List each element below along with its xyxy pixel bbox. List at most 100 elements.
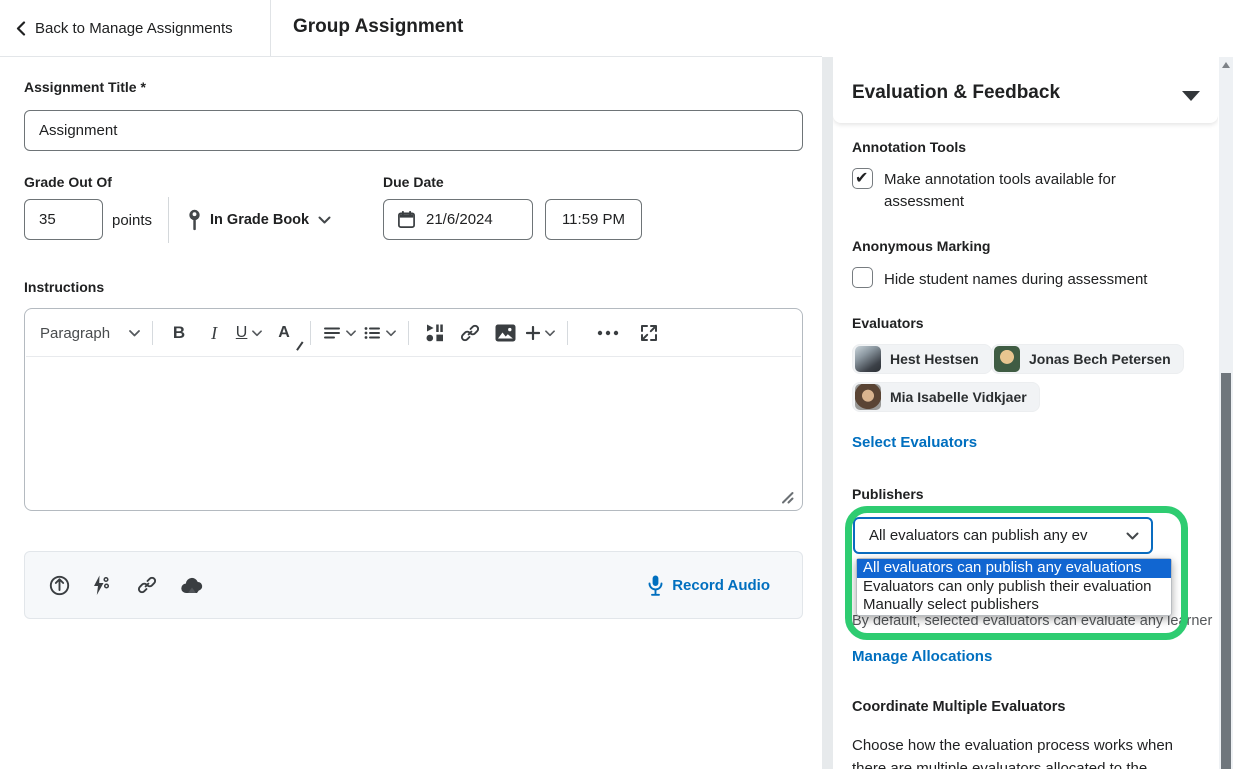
grade-pin-icon — [188, 209, 201, 231]
evaluator-chip[interactable]: Jonas Bech Petersen — [991, 344, 1184, 374]
plus-icon — [526, 326, 540, 340]
due-date-button[interactable]: 21/6/2024 — [383, 199, 533, 240]
in-grade-book-label: In Grade Book — [210, 212, 309, 228]
fullscreen-button[interactable] — [635, 316, 663, 350]
attach-existing-activity-button[interactable] — [93, 575, 137, 596]
publishers-dropdown-list: All evaluators can publish any evaluatio… — [856, 558, 1172, 616]
underline-dropdown[interactable]: U — [235, 316, 263, 350]
header-bottom-border — [0, 56, 822, 57]
upload-file-button[interactable] — [49, 575, 93, 596]
dropdown-option[interactable]: Manually select publishers — [857, 596, 1171, 615]
insert-stuff-icon — [425, 323, 445, 343]
panel-scrollbar-track[interactable] — [1219, 57, 1233, 769]
italic-button[interactable]: I — [200, 316, 228, 350]
evaluators-heading: Evaluators — [852, 315, 924, 331]
bullet-list-icon — [363, 324, 381, 342]
image-icon — [495, 324, 516, 342]
in-grade-book-button[interactable]: In Grade Book — [188, 199, 331, 240]
align-icon — [323, 324, 341, 342]
anonymous-marking-checkbox[interactable] — [852, 267, 873, 288]
chevron-down-icon — [252, 330, 262, 337]
select-evaluators-link[interactable]: Select Evaluators — [852, 434, 977, 451]
top-header: Back to Manage Assignments Group Assignm… — [0, 0, 1233, 57]
lightning-icon — [93, 575, 109, 596]
avatar — [855, 346, 881, 372]
panel-title: Evaluation & Feedback — [852, 82, 1060, 104]
panel-scrollbar-thumb[interactable] — [1221, 373, 1231, 769]
panel-gap-divider — [822, 57, 833, 769]
insert-stuff-button[interactable] — [421, 316, 449, 350]
due-date-label: Due Date — [383, 174, 444, 190]
bold-button[interactable]: B — [165, 316, 193, 350]
toolbar-separator — [567, 321, 568, 345]
header-divider — [270, 0, 271, 57]
dropdown-option[interactable]: Evaluators can only publish their evalua… — [857, 578, 1171, 597]
chevron-down-icon — [346, 330, 356, 337]
chevron-left-icon — [16, 21, 26, 36]
list-dropdown[interactable] — [363, 316, 396, 350]
ellipsis-icon — [597, 330, 619, 336]
evaluation-feedback-panel: Evaluation & Feedback Annotation Tools M… — [833, 57, 1218, 769]
assignment-title-label: Assignment Title * — [24, 79, 146, 95]
required-asterisk: * — [140, 79, 145, 95]
publishers-heading: Publishers — [852, 486, 924, 502]
anonymous-marking-label[interactable]: Hide student names during assessment — [884, 269, 1147, 291]
calendar-icon — [397, 210, 416, 229]
panel-header[interactable]: Evaluation & Feedback — [833, 57, 1218, 123]
editor-toolbar: Paragraph B I U A — [26, 310, 801, 357]
evaluator-name: Hest Hestsen — [890, 351, 979, 367]
due-date-value: 21/6/2024 — [426, 211, 493, 228]
evaluator-chip[interactable]: Mia Isabelle Vidkjaer — [852, 382, 1040, 412]
font-color-button[interactable]: A — [270, 316, 298, 350]
attach-link-button[interactable] — [137, 575, 181, 595]
more-actions-button[interactable] — [594, 316, 622, 350]
insert-more-dropdown[interactable] — [526, 316, 555, 350]
evaluator-name: Jonas Bech Petersen — [1029, 351, 1171, 367]
chevron-down-icon — [318, 216, 331, 224]
grade-out-of-label: Grade Out Of — [24, 174, 112, 190]
editor-content-area[interactable] — [26, 357, 801, 509]
link-icon — [137, 575, 157, 595]
evaluator-chip[interactable]: Hest Hestsen — [852, 344, 992, 374]
expand-icon — [639, 323, 659, 343]
instructions-label: Instructions — [24, 279, 104, 295]
grade-value-input[interactable] — [24, 199, 103, 240]
toolbar-separator — [408, 321, 409, 345]
page-title: Group Assignment — [293, 16, 463, 38]
alignment-dropdown[interactable] — [323, 316, 356, 350]
editor-resize-handle[interactable] — [780, 490, 794, 504]
microphone-icon — [648, 575, 663, 596]
annotation-tools-checkbox[interactable] — [852, 168, 873, 189]
record-audio-label: Record Audio — [672, 577, 770, 594]
assignment-title-input[interactable] — [24, 110, 803, 151]
link-icon — [460, 323, 480, 343]
insert-link-button[interactable] — [456, 316, 484, 350]
publishers-selected-value: All evaluators can publish any ev — [869, 527, 1126, 544]
paragraph-style-dropdown[interactable]: Paragraph — [40, 316, 140, 350]
toolbar-separator — [152, 321, 153, 345]
upload-icon — [49, 575, 70, 596]
chevron-down-icon — [129, 330, 140, 337]
record-audio-button[interactable]: Record Audio — [648, 575, 770, 596]
annotation-tools-heading: Annotation Tools — [852, 139, 966, 155]
anonymous-marking-heading: Anonymous Marking — [852, 238, 990, 254]
cloud-attachment-button[interactable] — [181, 577, 225, 594]
due-time-value: 11:59 PM — [562, 211, 625, 228]
back-to-manage-assignments-link[interactable]: Back to Manage Assignments — [16, 0, 233, 57]
dropdown-option[interactable]: All evaluators can publish any evaluatio… — [857, 559, 1171, 578]
insert-image-button[interactable] — [491, 316, 519, 350]
due-time-button[interactable]: 11:59 PM — [545, 199, 642, 240]
annotation-tools-label[interactable]: Make annotation tools available for asse… — [884, 169, 1142, 213]
collapse-caret-icon[interactable] — [1182, 91, 1200, 101]
paragraph-style-label: Paragraph — [40, 325, 110, 342]
attachments-bar: Record Audio — [24, 551, 803, 619]
manage-allocations-link[interactable]: Manage Allocations — [852, 648, 992, 665]
instructions-editor[interactable]: Paragraph B I U A — [24, 308, 803, 511]
publishers-select[interactable]: All evaluators can publish any ev — [853, 517, 1153, 554]
grade-divider — [168, 197, 169, 243]
color-slash-icon — [296, 341, 304, 351]
underline-label: U — [236, 324, 248, 342]
scrollbar-up-arrow[interactable] — [1222, 62, 1230, 68]
coordinate-evaluators-heading: Coordinate Multiple Evaluators — [852, 699, 1066, 715]
chevron-down-icon — [386, 330, 396, 337]
